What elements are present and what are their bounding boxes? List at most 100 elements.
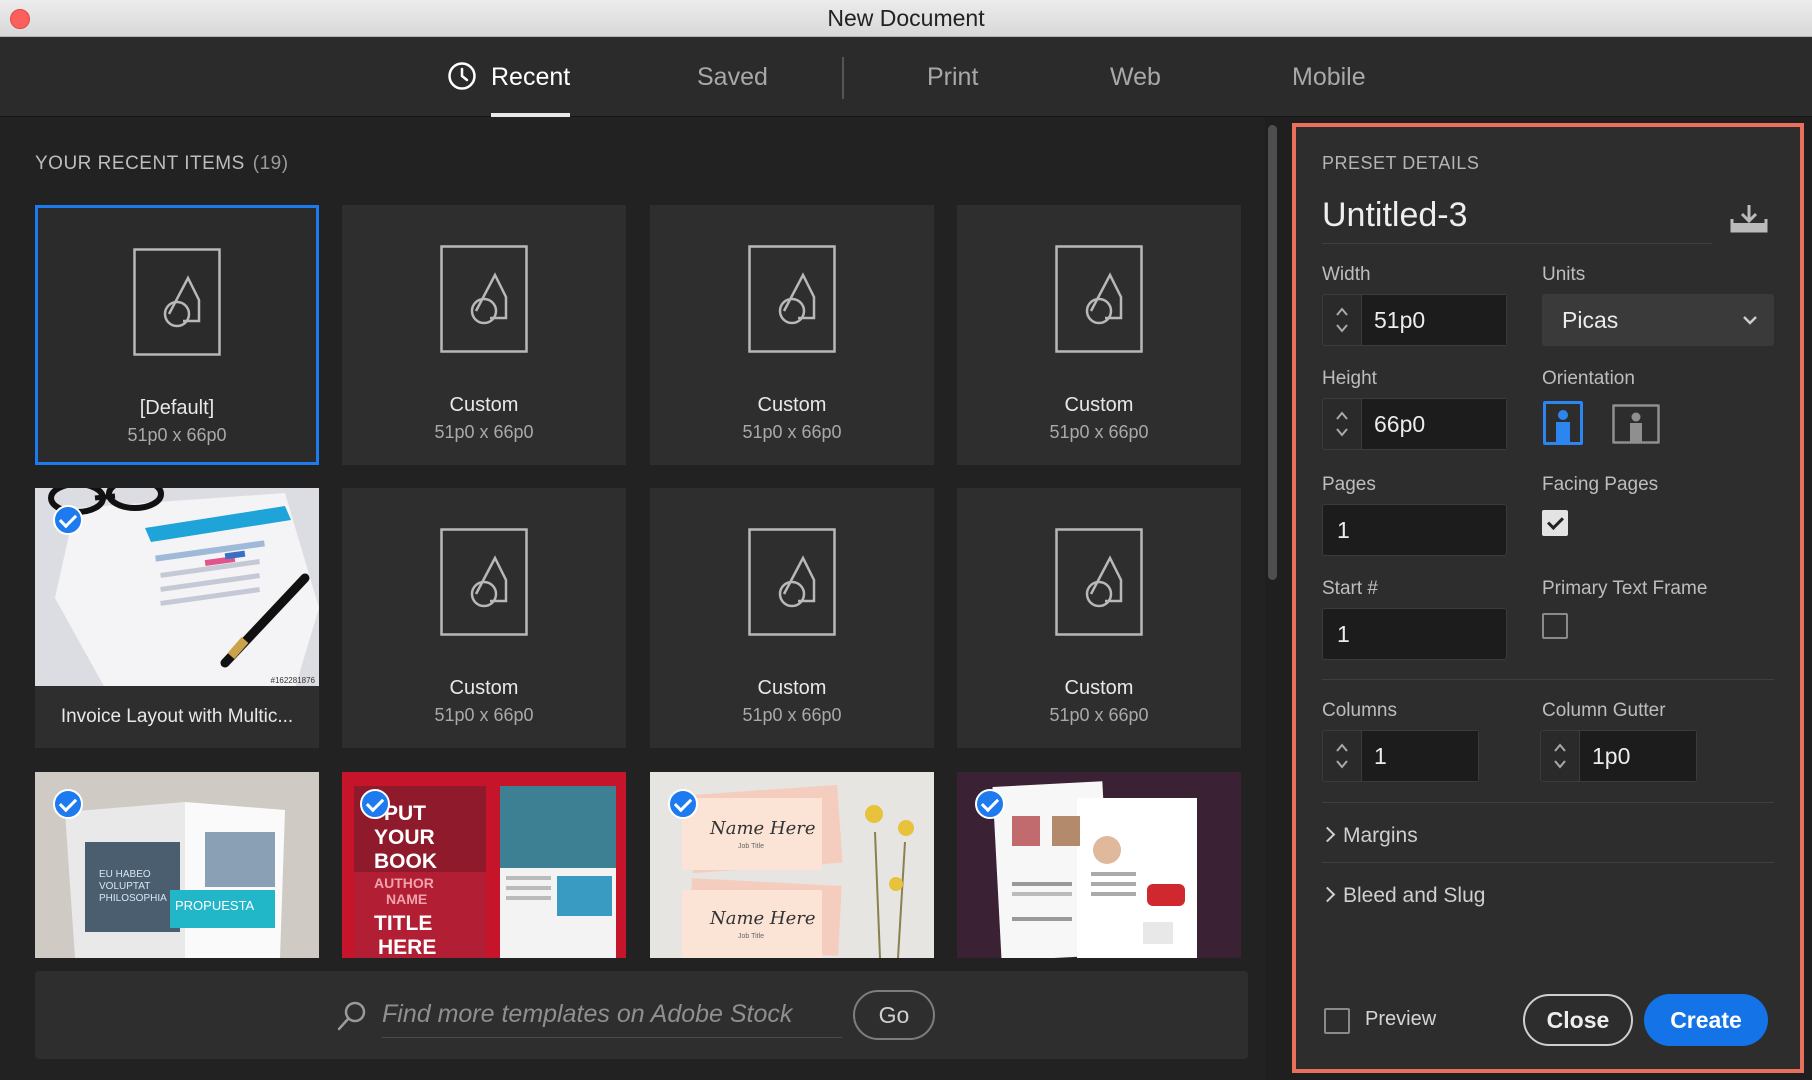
stepper-arrows-icon[interactable] xyxy=(1323,295,1362,345)
start-page-label: Start # xyxy=(1322,578,1378,599)
card-name: Custom xyxy=(757,394,827,416)
thumb-text: Job Title xyxy=(738,933,764,940)
document-preset-icon xyxy=(1055,245,1143,353)
window-titlebar: New Document xyxy=(0,0,1812,37)
margins-label: Margins xyxy=(1343,824,1418,847)
checkmark-icon xyxy=(975,789,1005,819)
thumb-text: VOLUPTAT xyxy=(99,881,150,892)
units-select[interactable]: Picas xyxy=(1542,294,1774,346)
width-stepper[interactable]: 51p0 xyxy=(1322,294,1507,346)
landscape-orientation-icon[interactable] xyxy=(1612,404,1660,444)
thumb-text: Name Here xyxy=(709,908,816,929)
checkmark-icon xyxy=(360,789,390,819)
pages-value[interactable]: 1 xyxy=(1337,505,1350,555)
column-gutter-stepper[interactable]: 1p0 xyxy=(1540,730,1697,782)
clock-icon xyxy=(448,62,476,90)
recent-item-invoice-template[interactable]: #162281876 Invoice Layout with Multic... xyxy=(35,488,319,748)
card-size: 51p0 x 66p0 xyxy=(742,422,842,442)
card-name: Custom xyxy=(1064,677,1134,699)
template-proposal[interactable]: EU HABEO VOLUPTAT PHILOSOPHIA PROPUESTA xyxy=(35,772,319,958)
card-name: Custom xyxy=(449,677,519,699)
tab-recent[interactable]: Recent xyxy=(491,37,571,117)
card-size: 51p0 x 66p0 xyxy=(127,425,227,445)
stepper-arrows-icon[interactable] xyxy=(1323,399,1362,449)
width-label: Width xyxy=(1322,264,1371,285)
stock-id: #162281876 xyxy=(270,676,316,685)
card-name: Custom xyxy=(1064,394,1134,416)
checkmark-icon xyxy=(53,789,83,819)
close-button[interactable]: Close xyxy=(1523,994,1633,1046)
recent-item-custom[interactable]: Custom 51p0 x 66p0 xyxy=(957,205,1241,465)
preview-label: Preview xyxy=(1365,1008,1437,1030)
tab-print[interactable]: Print xyxy=(927,37,978,117)
document-name-field[interactable]: Untitled-3 xyxy=(1322,196,1712,244)
card-name: Invoice Layout with Multic... xyxy=(35,686,319,748)
stock-search-bar: Go xyxy=(35,971,1248,1059)
preview-checkbox[interactable] xyxy=(1324,1008,1350,1034)
recent-item-default[interactable]: [Default] 51p0 x 66p0 xyxy=(35,205,319,465)
checkmark-icon xyxy=(668,789,698,819)
column-gutter-value[interactable]: 1p0 xyxy=(1592,731,1630,781)
thumb-text: PHILOSOPHIA xyxy=(99,893,167,904)
recent-item-custom[interactable]: Custom 51p0 x 66p0 xyxy=(957,488,1241,748)
save-preset-icon[interactable] xyxy=(1729,203,1769,235)
bleed-slug-section-toggle[interactable]: Bleed and Slug xyxy=(1319,884,1486,908)
document-preset-icon xyxy=(133,248,221,356)
columns-stepper[interactable]: 1 xyxy=(1322,730,1479,782)
preset-details-heading: PRESET DETAILS xyxy=(1322,153,1480,173)
document-preset-icon xyxy=(1055,528,1143,636)
divider xyxy=(1322,862,1774,863)
thumb-text: PROPUESTA xyxy=(175,898,255,913)
primary-text-frame-checkbox[interactable] xyxy=(1542,613,1568,639)
thumb-text: Job Title xyxy=(738,843,764,850)
portrait-orientation-icon[interactable] xyxy=(1543,401,1583,445)
card-name: Custom xyxy=(449,394,519,416)
template-business-card[interactable]: Name Here Job Title Name Here Job Title xyxy=(650,772,934,958)
recent-items-heading: YOUR RECENT ITEMS (19) xyxy=(35,153,289,175)
facing-pages-checkbox[interactable] xyxy=(1542,510,1568,536)
chevron-right-icon xyxy=(1319,886,1336,903)
facing-pages-label: Facing Pages xyxy=(1542,474,1659,495)
height-stepper[interactable]: 66p0 xyxy=(1322,398,1507,450)
recent-item-custom[interactable]: Custom 51p0 x 66p0 xyxy=(342,488,626,748)
thumb-text: Name Here xyxy=(709,818,816,839)
tab-divider xyxy=(842,57,844,99)
recent-item-custom[interactable]: Custom 51p0 x 66p0 xyxy=(342,205,626,465)
start-page-value[interactable]: 1 xyxy=(1337,609,1350,659)
tab-saved[interactable]: Saved xyxy=(697,37,768,117)
units-label: Units xyxy=(1542,264,1586,285)
preset-details-panel: PRESET DETAILS Untitled-3 Width 51p0 Uni… xyxy=(1292,123,1804,1073)
columns-value[interactable]: 1 xyxy=(1374,731,1387,781)
card-size: 51p0 x 66p0 xyxy=(434,422,534,442)
columns-label: Columns xyxy=(1322,700,1397,721)
tab-mobile[interactable]: Mobile xyxy=(1292,37,1366,117)
template-book[interactable]: PUT YOUR BOOK AUTHOR NAME TITLE HERE xyxy=(342,772,626,958)
go-button[interactable]: Go xyxy=(853,990,935,1040)
document-preset-icon xyxy=(440,528,528,636)
tab-web[interactable]: Web xyxy=(1110,37,1161,117)
create-button[interactable]: Create xyxy=(1644,994,1768,1046)
recent-item-custom[interactable]: Custom 51p0 x 66p0 xyxy=(650,488,934,748)
document-preset-icon xyxy=(440,245,528,353)
start-page-field[interactable]: 1 xyxy=(1322,608,1507,660)
stepper-arrows-icon[interactable] xyxy=(1541,731,1580,781)
thumb-text: HERE xyxy=(378,936,436,958)
thumb-text: NAME xyxy=(386,891,427,907)
primary-text-frame-label: Primary Text Frame xyxy=(1542,578,1708,599)
recent-item-custom[interactable]: Custom 51p0 x 66p0 xyxy=(650,205,934,465)
window-title: New Document xyxy=(827,5,985,31)
stock-search-input[interactable] xyxy=(382,991,842,1038)
orientation-label: Orientation xyxy=(1542,368,1635,389)
bleed-slug-label: Bleed and Slug xyxy=(1343,884,1486,907)
scrollbar[interactable] xyxy=(1268,125,1277,580)
recent-items-title: YOUR RECENT ITEMS xyxy=(35,153,245,174)
card-name: [Default] xyxy=(139,397,215,419)
template-catalog[interactable] xyxy=(957,772,1241,958)
card-size: 51p0 x 66p0 xyxy=(1049,705,1149,725)
height-value[interactable]: 66p0 xyxy=(1374,399,1425,449)
pages-field[interactable]: 1 xyxy=(1322,504,1507,556)
thumb-text: EU HABEO xyxy=(99,869,151,880)
stepper-arrows-icon[interactable] xyxy=(1323,731,1362,781)
margins-section-toggle[interactable]: Margins xyxy=(1319,824,1418,848)
width-value[interactable]: 51p0 xyxy=(1374,295,1425,345)
